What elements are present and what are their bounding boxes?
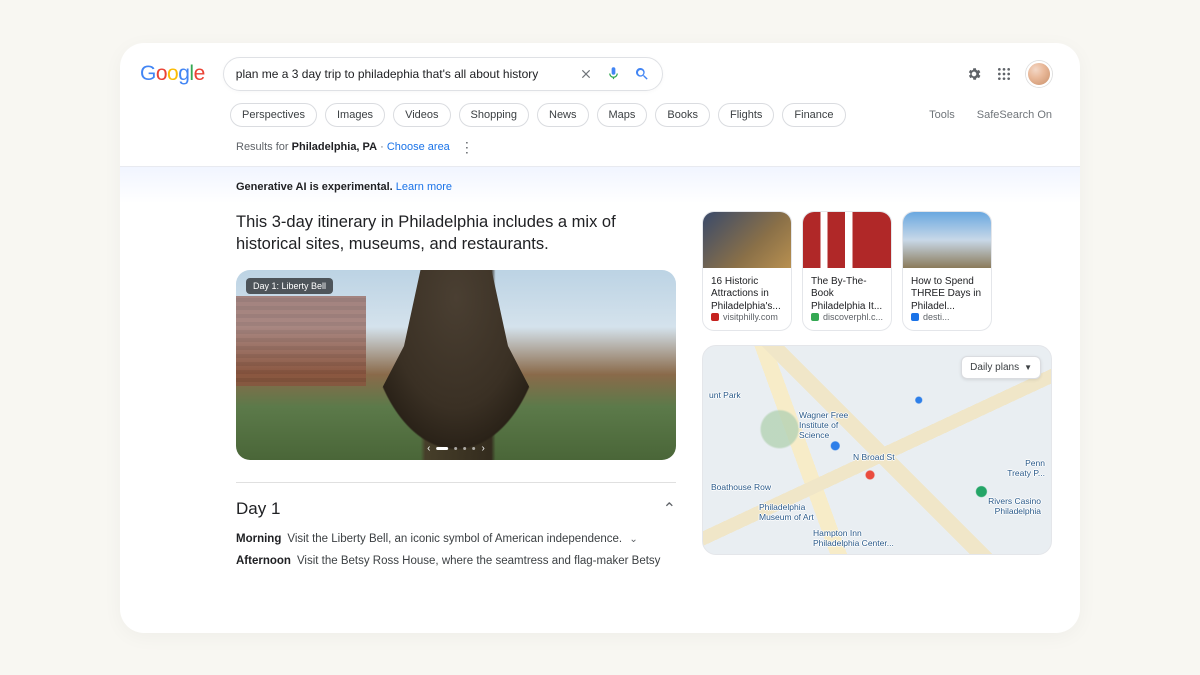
map[interactable]: Daily plans ▼ unt Park Wagner Free Insti… <box>702 345 1052 555</box>
more-icon[interactable]: ⋮ <box>460 139 474 156</box>
card-title: 16 Historic Attractions in Philadelphia'… <box>703 268 791 312</box>
tools-link[interactable]: Tools <box>929 109 955 121</box>
itinerary-morning: MorningVisit the Liberty Bell, an iconic… <box>236 533 676 545</box>
tab-maps[interactable]: Maps <box>597 103 648 127</box>
map-label: unt Park <box>709 390 741 400</box>
tab-perspectives[interactable]: Perspectives <box>230 103 317 127</box>
gear-icon[interactable] <box>966 66 982 82</box>
chevron-down-icon: ▼ <box>1024 363 1032 372</box>
chevron-down-icon[interactable]: ⌄ <box>629 534 637 545</box>
map-label: Wagner Free Institute of Science <box>799 410 848 440</box>
divider <box>236 482 676 483</box>
card-source: desti... <box>903 312 991 330</box>
tab-images[interactable]: Images <box>325 103 385 127</box>
learn-more-link[interactable]: Learn more <box>396 181 452 193</box>
chevron-right-icon[interactable]: › <box>482 443 485 454</box>
results-for-text: Results for Philadelphia, PA · Choose ar… <box>236 141 450 153</box>
map-label: Rivers Casino Philadelphia <box>988 496 1041 516</box>
genai-disclaimer: Generative AI is experimental. <box>236 181 393 193</box>
apps-icon[interactable] <box>996 66 1012 82</box>
search-bar[interactable] <box>223 57 663 91</box>
card-title: How to Spend THREE Days in Philadel... <box>903 268 991 312</box>
hero-badge: Day 1: Liberty Bell <box>246 278 333 294</box>
google-logo[interactable]: Google <box>140 62 205 86</box>
card-title: The By-The-Book Philadelphia It... <box>803 268 891 312</box>
mic-icon[interactable] <box>606 66 622 82</box>
day-header[interactable]: Day 1 ⌃ <box>236 499 676 519</box>
map-label: Penn Treaty P... <box>1007 458 1045 478</box>
tab-videos[interactable]: Videos <box>393 103 450 127</box>
avatar[interactable] <box>1026 61 1052 87</box>
card-image <box>903 212 991 268</box>
tab-flights[interactable]: Flights <box>718 103 774 127</box>
card-image <box>703 212 791 268</box>
ai-summary: This 3-day itinerary in Philadelphia inc… <box>236 211 676 257</box>
search-icon[interactable] <box>634 66 650 82</box>
tab-finance[interactable]: Finance <box>782 103 845 127</box>
result-card[interactable]: The By-The-Book Philadelphia It... disco… <box>802 211 892 331</box>
result-card[interactable]: How to Spend THREE Days in Philadel... d… <box>902 211 992 331</box>
result-card[interactable]: 16 Historic Attractions in Philadelphia'… <box>702 211 792 331</box>
card-source: discoverphl.c... <box>803 312 891 330</box>
card-source: visitphilly.com <box>703 312 791 330</box>
tab-news[interactable]: News <box>537 103 589 127</box>
safesearch-link[interactable]: SafeSearch On <box>977 109 1052 121</box>
map-label: N Broad St <box>853 452 895 462</box>
clear-icon[interactable] <box>578 66 594 82</box>
itinerary-afternoon: AfternoonVisit the Betsy Ross House, whe… <box>236 555 676 567</box>
choose-area-link[interactable]: Choose area <box>387 141 450 153</box>
chevron-left-icon[interactable]: ‹ <box>427 443 430 454</box>
card-image <box>803 212 891 268</box>
map-label: Philadelphia Museum of Art <box>759 502 814 522</box>
search-input[interactable] <box>236 67 578 81</box>
map-label: Boathouse Row <box>711 482 771 492</box>
map-plans-chip[interactable]: Daily plans ▼ <box>961 356 1041 379</box>
chevron-up-icon[interactable]: ⌃ <box>663 499 676 519</box>
hero-image[interactable]: Day 1: Liberty Bell ‹ › <box>236 270 676 460</box>
tab-books[interactable]: Books <box>655 103 710 127</box>
tab-shopping[interactable]: Shopping <box>459 103 530 127</box>
carousel-dots[interactable]: ‹ › <box>427 443 485 454</box>
map-label: Hampton Inn Philadelphia Center... <box>813 528 894 548</box>
